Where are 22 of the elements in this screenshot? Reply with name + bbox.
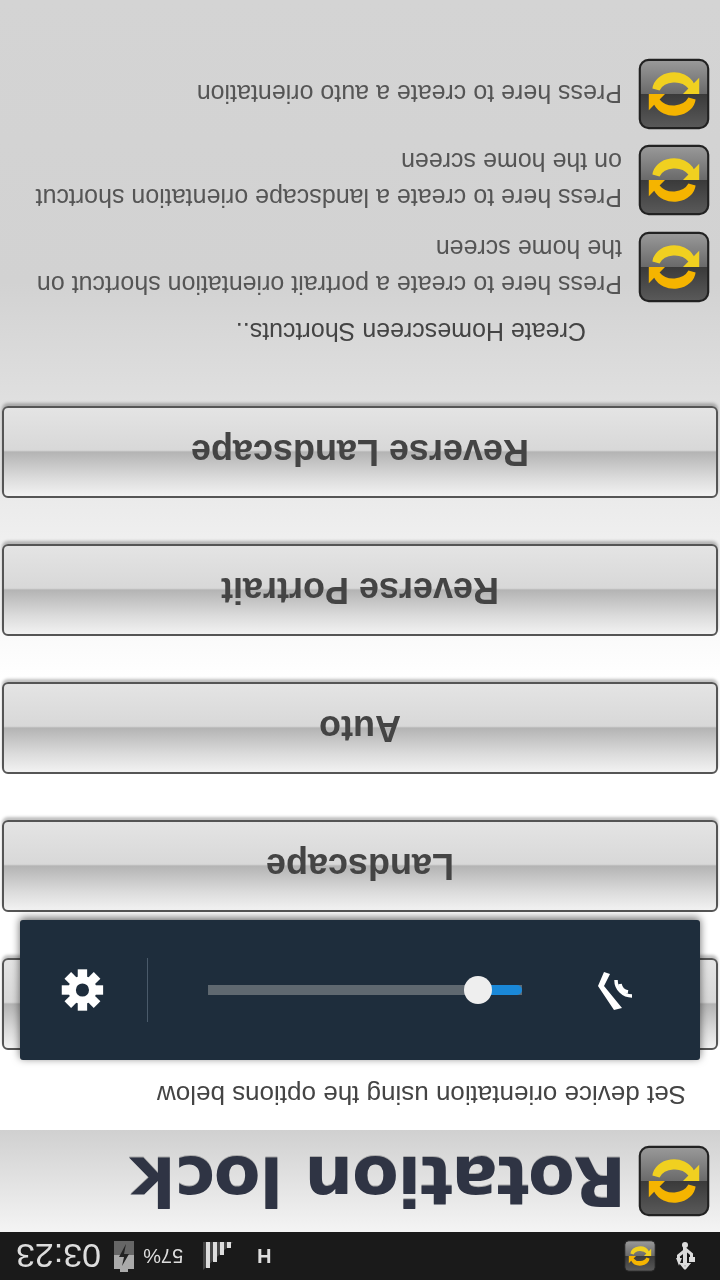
rotation-shortcut-icon[interactable]: [638, 144, 710, 217]
battery-icon: [113, 1240, 136, 1272]
orientation-button[interactable]: Reverse Portrait: [2, 544, 718, 636]
orientation-button[interactable]: Landscape: [2, 820, 718, 912]
clock-time: 03:23: [16, 1236, 102, 1276]
instruction-text: Set device orientation using the options below: [156, 1079, 687, 1112]
app-title: Rotation lock: [131, 1141, 626, 1221]
section-heading: Create Homescreen Shortcuts..: [234, 317, 586, 346]
usb-icon: [674, 1241, 696, 1271]
slider-thumb[interactable]: [464, 976, 493, 1004]
orientation-button[interactable]: Reverse Landscape: [2, 406, 718, 498]
rotation-logo-icon[interactable]: [638, 1145, 710, 1217]
network-type: H: [257, 1244, 272, 1268]
shortcut-link[interactable]: Press here to create a landscape orientation shortcut on the home screen: [10, 144, 622, 217]
shortcut-link[interactable]: Press here to create a auto orientation: [176, 75, 622, 113]
rotation-shortcut-icon[interactable]: [638, 58, 710, 130]
settings-icon[interactable]: [60, 966, 106, 1014]
rotation-app-icon[interactable]: [624, 1240, 656, 1272]
rotation-shortcut-icon[interactable]: [638, 230, 710, 303]
orientation-button[interactable]: Auto: [2, 682, 718, 774]
shortcut-link[interactable]: Press here to create a portrait orientation shortcut on the home screen: [10, 230, 622, 303]
battery-percent: 57%: [143, 1244, 184, 1268]
